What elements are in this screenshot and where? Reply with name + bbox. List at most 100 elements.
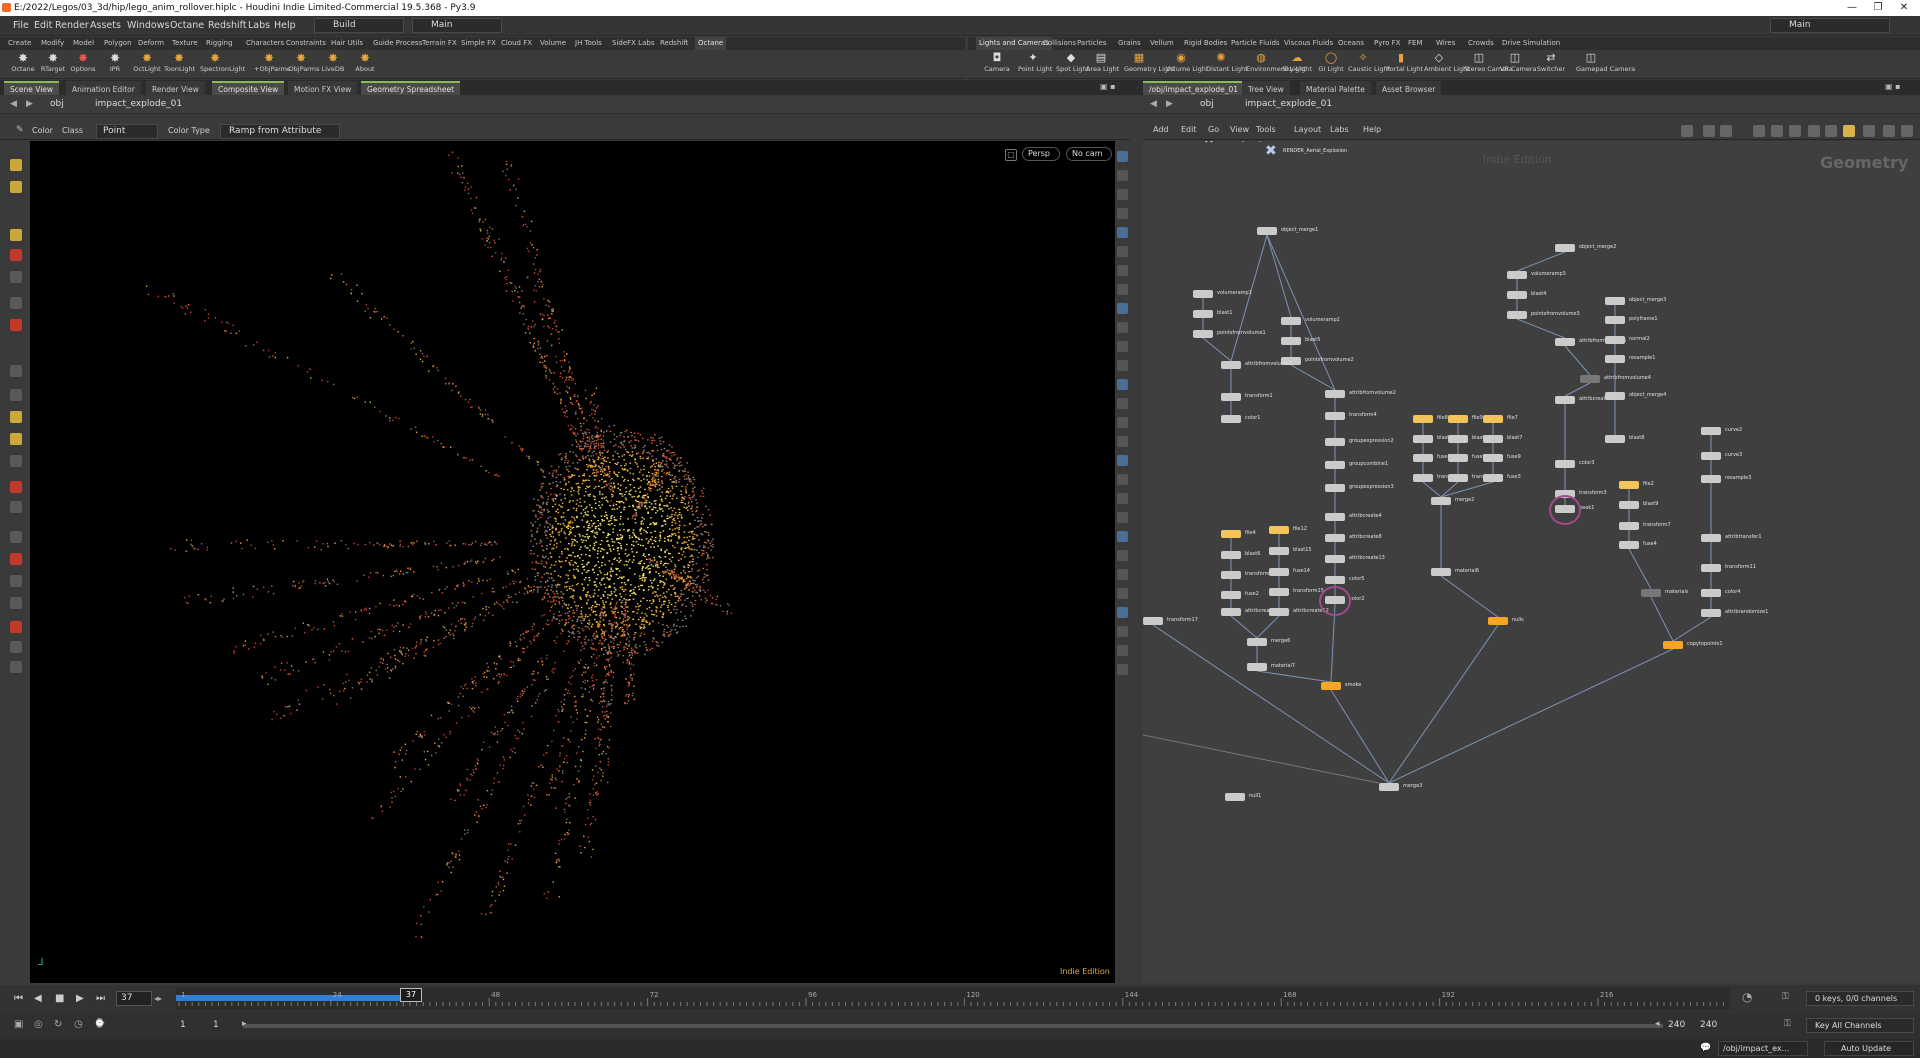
auto-update-dropdown[interactable]: Auto Update: [1824, 1041, 1914, 1056]
shelf-tab-viscous-fluids[interactable]: Viscous Fluids: [1284, 37, 1333, 50]
network-node-color4[interactable]: [1701, 589, 1721, 597]
class-dropdown[interactable]: Point: [96, 124, 158, 139]
shelf-tab-redshift[interactable]: Redshift: [660, 37, 688, 50]
network-editor[interactable]: Geometry Indie Edition object_merge1 volu…: [1143, 141, 1920, 983]
shelf-tab-polygon[interactable]: Polygon: [104, 37, 132, 50]
shelf-tab-pyro-fx[interactable]: Pyro FX: [1374, 37, 1400, 50]
loop-icon[interactable]: ↻: [54, 1019, 62, 1030]
network-node-object_merge1[interactable]: [1257, 227, 1277, 235]
shelf-tool-vr-camera[interactable]: ◫ VR Camera: [1500, 50, 1537, 79]
network-node-attribcreate5[interactable]: [1555, 396, 1575, 404]
shelf-tool-area-light[interactable]: ▤ Area Light: [1086, 50, 1119, 79]
desktop-selector[interactable]: Build: [314, 18, 404, 33]
play-forward-button[interactable]: ▶: [76, 993, 84, 1004]
menu-render[interactable]: Render: [55, 20, 89, 31]
network-node-blast9[interactable]: [1619, 501, 1639, 509]
network-node-attribcreate12[interactable]: [1269, 608, 1289, 616]
status-path-dropdown[interactable]: /obj/impact_ex...: [1718, 1041, 1808, 1056]
back-arrow-icon[interactable]: ◀: [10, 99, 17, 109]
network-menu-help[interactable]: Help: [1363, 125, 1381, 134]
shelf-tab-cloud-fx[interactable]: Cloud FX: [501, 37, 532, 50]
shelf-tool--objparms[interactable]: ✸ +ObjParms: [254, 50, 290, 79]
shelf-tab-modify[interactable]: Modify: [41, 37, 64, 50]
clock-icon[interactable]: ◷: [74, 1019, 83, 1030]
shelf-tab-oceans[interactable]: Oceans: [1338, 37, 1364, 50]
network-node-transform15[interactable]: [1269, 588, 1289, 596]
paint-icon[interactable]: [10, 621, 22, 633]
shelf-tool-sky-light[interactable]: ☁ Sky Light: [1282, 50, 1312, 79]
network-node-attribrandomize1[interactable]: [1701, 609, 1721, 617]
lock-icon[interactable]: ▢: [1005, 149, 1017, 161]
color-brush-icon[interactable]: ✎: [16, 125, 26, 135]
network-node-volumeramp3[interactable]: [1507, 271, 1527, 279]
shelf-tab-collisions[interactable]: Collisions: [1043, 37, 1076, 50]
range-slider[interactable]: [243, 1024, 1663, 1028]
display-option-icon[interactable]: [1117, 379, 1128, 390]
pane-tab-geometry-spreadsheet[interactable]: Geometry Spreadsheet: [361, 81, 461, 95]
grid-snap-icon[interactable]: [10, 389, 22, 401]
network-menu-edit[interactable]: Edit: [1181, 125, 1197, 134]
network-node-fuse2[interactable]: [1221, 591, 1241, 599]
network-node-volumeramp1[interactable]: [1193, 290, 1213, 298]
pane-tab-scene-view[interactable]: Scene View: [4, 81, 60, 95]
network-node-transform17[interactable]: [1143, 617, 1163, 625]
network-node-object_merge2[interactable]: [1555, 244, 1575, 252]
path-root[interactable]: obj: [50, 99, 64, 109]
display-option-icon[interactable]: [1117, 474, 1128, 485]
search-icon[interactable]: [1863, 125, 1875, 137]
shelf-tool-geometry-light[interactable]: ▦ Geometry Light: [1124, 50, 1175, 79]
range-end-handle[interactable]: ◂: [1655, 1019, 1660, 1029]
shelf-tab-drive-simulation[interactable]: Drive Simulation: [1502, 37, 1560, 50]
network-node-volumeramp2[interactable]: [1281, 317, 1301, 325]
shelf-tool-spot-light[interactable]: ◆ Spot Light: [1056, 50, 1089, 79]
pane-tab--obj-impact-explode-01[interactable]: /obj/impact_explode_01: [1143, 81, 1245, 95]
display-option-icon[interactable]: [1117, 227, 1128, 238]
network-node-copytopoints1[interactable]: [1663, 641, 1683, 649]
forward-arrow-icon[interactable]: ▶: [26, 99, 33, 109]
network-node-file12[interactable]: [1269, 526, 1289, 534]
render-rop-icon[interactable]: ✖: [1265, 143, 1277, 159]
pane-tab-composite-view[interactable]: Composite View: [212, 81, 285, 95]
shelf-tab-create[interactable]: Create: [8, 37, 31, 50]
network-node-attribcreate8[interactable]: [1325, 534, 1345, 542]
shelf-tool--objparms[interactable]: ✸ -ObjParms: [286, 50, 319, 79]
shelf-tool-camera[interactable]: ◘ Camera: [982, 50, 1012, 79]
network-node-fuse4[interactable]: [1619, 541, 1639, 549]
network-node-file4[interactable]: [1221, 530, 1241, 538]
last-frame-button[interactable]: ⏭: [96, 993, 105, 1004]
shelf-tab-sidefx-labs[interactable]: SideFX Labs: [612, 37, 654, 50]
display-option-icon[interactable]: [1117, 493, 1128, 504]
key-all-channels-button[interactable]: Key All Channels: [1806, 1018, 1914, 1033]
first-frame-button[interactable]: ⏮: [14, 993, 23, 1004]
shelf-tool-environment-light[interactable]: ◍ Environment Light: [1246, 50, 1306, 79]
palette-icon[interactable]: [1825, 125, 1837, 137]
network-node-fuse14[interactable]: [1269, 568, 1289, 576]
shelf-tab-model[interactable]: Model: [73, 37, 94, 50]
network-menu-go[interactable]: Go: [1208, 125, 1219, 134]
menu-octane[interactable]: Octane: [170, 20, 204, 31]
shelf-tab-jh-tools[interactable]: JH Tools: [575, 37, 602, 50]
network-node-groupexpression2[interactable]: [1325, 438, 1345, 446]
network-node-attribcreate11[interactable]: [1221, 608, 1241, 616]
shelf-tab-constraints[interactable]: Constraints: [286, 37, 326, 50]
network-node-blast4[interactable]: [1507, 291, 1527, 299]
network-node-merge3[interactable]: [1379, 783, 1399, 791]
network-node-fuse8[interactable]: [1413, 454, 1433, 462]
loop-icon[interactable]: [10, 553, 22, 565]
display-option-icon[interactable]: [1117, 607, 1128, 618]
shelf-tool-rtarget[interactable]: ✸ RTarget: [38, 50, 68, 79]
network-node-attribfromvolume1[interactable]: [1221, 361, 1241, 369]
chat-icon[interactable]: 💬: [1700, 1043, 1711, 1053]
magnet-icon[interactable]: [10, 411, 22, 423]
brush-icon[interactable]: [10, 575, 22, 587]
shelf-tab-rigging[interactable]: Rigging: [206, 37, 233, 50]
network-node-pointsfromvolume3[interactable]: [1507, 311, 1527, 319]
network-node-attribcreate13[interactable]: [1325, 555, 1345, 563]
shelf-tab-fem[interactable]: FEM: [1408, 37, 1423, 50]
shelf-tab-guide-process[interactable]: Guide Process: [373, 37, 422, 50]
network-node-object_merge4[interactable]: [1605, 392, 1625, 400]
audio-scrub-icon[interactable]: ◔: [1742, 990, 1752, 1004]
display-option-icon[interactable]: [1117, 303, 1128, 314]
shelf-tab-particle-fluids[interactable]: Particle Fluids: [1231, 37, 1280, 50]
network-node-blast8[interactable]: [1605, 435, 1625, 443]
